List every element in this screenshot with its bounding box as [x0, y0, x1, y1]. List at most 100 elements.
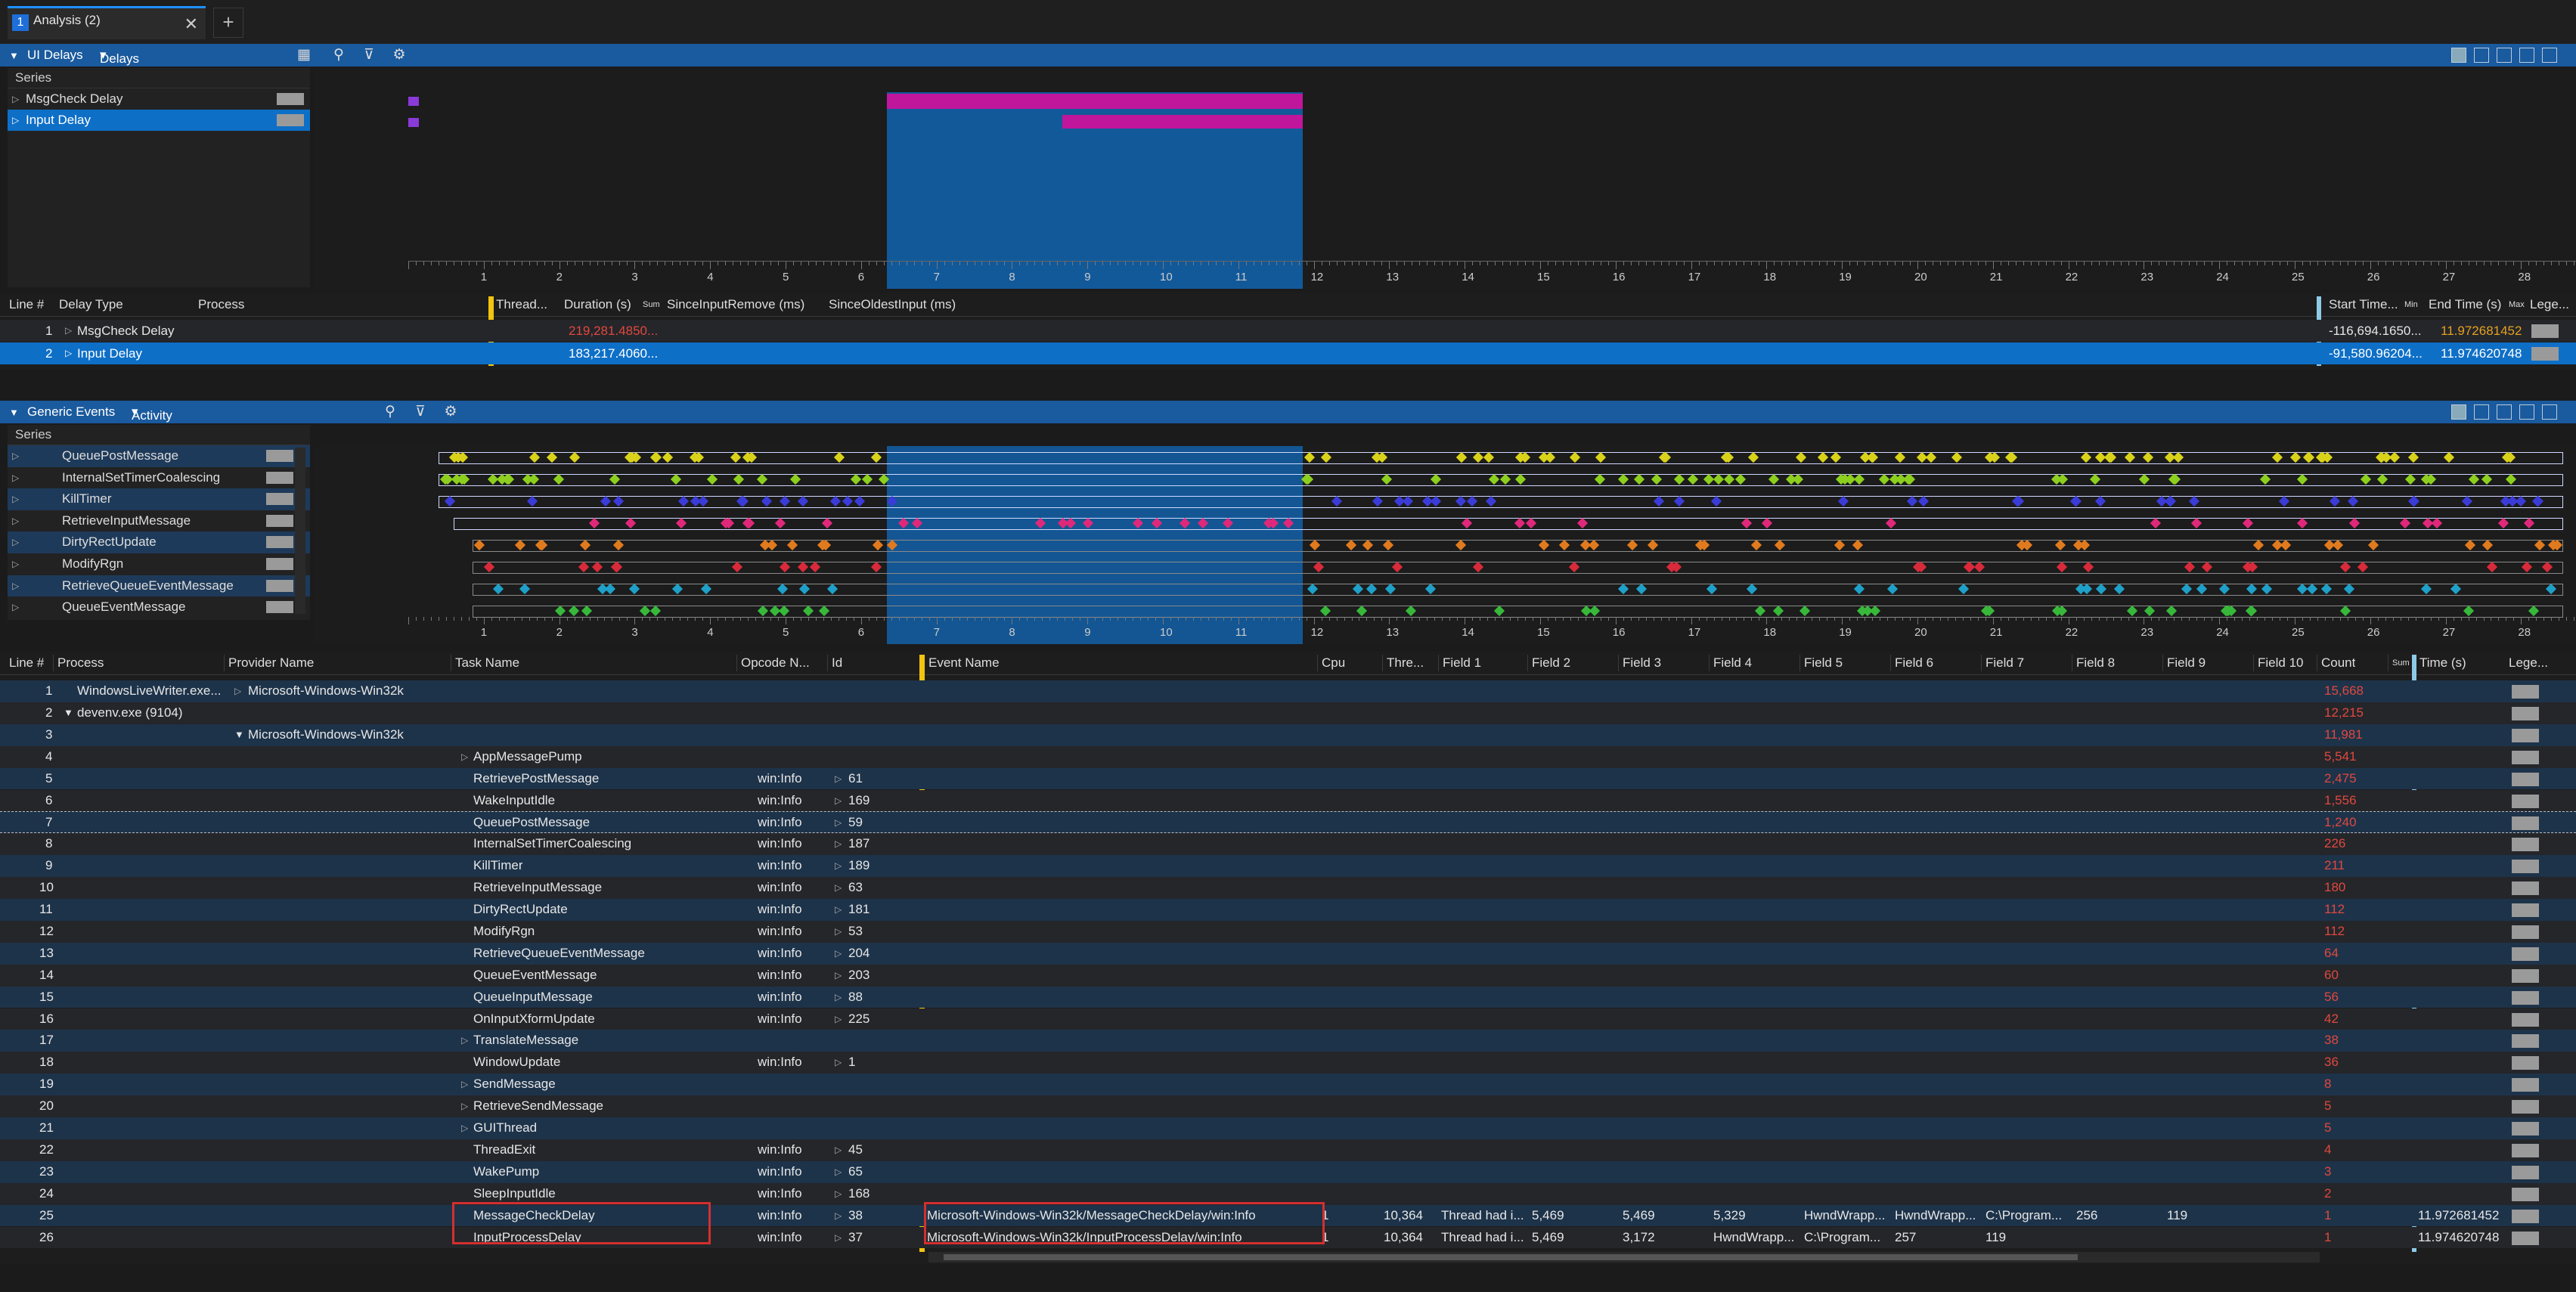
msgcheck-delay-bar[interactable] — [887, 94, 1303, 109]
legend-swatch[interactable] — [2512, 1012, 2539, 1027]
col-since-oldest-input[interactable]: SinceOldestInput (ms) — [829, 293, 956, 316]
graph-table-view-icon[interactable] — [2451, 48, 2466, 63]
table-row[interactable]: 2 ▷ Input Delay 183,217.4060... -91,580.… — [0, 342, 2576, 364]
series-item-queuepostmessage[interactable]: ▷ QueuePostMessage — [8, 445, 310, 467]
column-separator[interactable] — [1618, 655, 1619, 671]
expand-icon[interactable]: ▷ — [234, 680, 241, 702]
input-delay-bar[interactable] — [1062, 115, 1303, 129]
graph-view-icon[interactable] — [2474, 404, 2489, 420]
expand-icon[interactable]: ▷ — [12, 488, 19, 510]
series-item-msgcheck-delay[interactable]: ▷ MsgCheck Delay — [8, 88, 310, 110]
column-separator[interactable] — [1981, 655, 1982, 671]
column-separator[interactable] — [1799, 655, 1800, 671]
col-line[interactable]: Line # — [9, 652, 44, 674]
col-thread[interactable]: Thre... — [1387, 652, 1424, 674]
input-marker[interactable] — [408, 118, 419, 127]
legend-swatch[interactable] — [2512, 794, 2539, 808]
col-cpu[interactable]: Cpu — [1322, 652, 1345, 674]
column-separator[interactable] — [1527, 655, 1528, 671]
legend-swatch[interactable] — [2512, 947, 2539, 961]
series-item-retrieveinputmessage[interactable]: ▷ RetrieveInputMessage — [8, 510, 310, 532]
expand-icon[interactable]: ▷ — [835, 965, 842, 987]
column-separator[interactable] — [224, 655, 225, 671]
legend-swatch[interactable] — [266, 514, 293, 527]
collapse-icon[interactable]: ▼ — [9, 407, 19, 418]
column-separator[interactable] — [1382, 655, 1383, 671]
col-legend[interactable]: Lege... — [2530, 293, 2569, 316]
maximize-icon[interactable] — [2542, 48, 2557, 63]
table-row[interactable]: 12 ModifyRgn win:Info ▷ 53 112 — [0, 920, 2576, 943]
collapse-icon[interactable]: ▼ — [9, 50, 19, 61]
legend-swatch[interactable] — [2531, 347, 2559, 361]
table-row[interactable]: 10 RetrieveInputMessage win:Info ▷ 63 180 — [0, 877, 2576, 899]
expand-icon[interactable]: ▷ — [461, 746, 468, 768]
legend-swatch[interactable] — [266, 450, 293, 462]
column-separator[interactable] — [736, 655, 737, 671]
col-field10[interactable]: Field 10 — [2258, 652, 2303, 674]
column-separator[interactable] — [53, 655, 54, 671]
generic-events-preset-dropdown[interactable]: Activity by Provider, Task, Opcode * ▾ — [132, 404, 182, 498]
legend-swatch[interactable] — [2512, 706, 2539, 720]
col-provider[interactable]: Provider Name — [228, 652, 314, 674]
col-delay-type[interactable]: Delay Type — [59, 293, 123, 316]
legend-swatch[interactable] — [266, 579, 293, 592]
table-row[interactable]: 3 ▼ Microsoft-Windows-Win32k 11,981 — [0, 723, 2576, 746]
legend-swatch[interactable] — [2512, 860, 2539, 874]
filter-icon[interactable]: ⊽ — [360, 46, 378, 64]
expand-icon[interactable]: ▷ — [835, 790, 842, 812]
table-row[interactable]: 15 QueueInputMessage win:Info ▷ 88 56 — [0, 986, 2576, 1009]
legend-swatch[interactable] — [2512, 968, 2539, 983]
expand-icon[interactable]: ▷ — [12, 531, 19, 553]
expand-icon[interactable]: ▷ — [12, 575, 19, 597]
table-row[interactable]: 13 RetrieveQueueEventMessage win:Info ▷ 204 6… — [0, 942, 2576, 965]
legend-swatch[interactable] — [2512, 772, 2539, 786]
table-row[interactable]: 20 ▷ RetrieveSendMessage 5 — [0, 1095, 2576, 1117]
col-field4[interactable]: Field 4 — [1713, 652, 1752, 674]
col-field5[interactable]: Field 5 — [1804, 652, 1843, 674]
legend-swatch[interactable] — [266, 471, 293, 484]
table-icon[interactable]: ▦ — [295, 46, 313, 64]
column-separator[interactable] — [1317, 655, 1318, 671]
col-field7[interactable]: Field 7 — [1985, 652, 2024, 674]
expand-icon[interactable]: ▷ — [835, 812, 842, 834]
expand-icon[interactable]: ▷ — [12, 110, 19, 131]
col-since-input-remove[interactable]: SinceInputRemove (ms) — [667, 293, 804, 316]
series-item-queueeventmessage[interactable]: ▷ QueueEventMessage — [8, 596, 310, 618]
maximize-icon[interactable] — [2542, 404, 2557, 420]
table-row[interactable]: 21 ▷ GUIThread 5 — [0, 1117, 2576, 1139]
expand-icon[interactable]: ▷ — [461, 1117, 468, 1139]
legend-swatch[interactable] — [266, 557, 293, 570]
table-row[interactable]: 14 QueueEventMessage win:Info ▷ 203 60 — [0, 964, 2576, 987]
table-row[interactable]: 2 ▼ devenv.exe (9104) 12,215 — [0, 702, 2576, 724]
filter-icon[interactable]: ⊽ — [411, 403, 429, 421]
tab-analysis[interactable]: 1 Analysis (2) ✕ — [8, 6, 206, 39]
expand-icon[interactable]: ▷ — [835, 877, 842, 899]
column-separator[interactable] — [2253, 655, 2254, 671]
col-field2[interactable]: Field 2 — [1532, 652, 1570, 674]
legend-swatch[interactable] — [266, 493, 293, 506]
close-tab-icon[interactable]: ✕ — [184, 14, 198, 34]
expand-icon[interactable]: ▷ — [461, 1074, 468, 1095]
scrollbar-thumb[interactable] — [944, 1254, 2078, 1260]
expand-icon[interactable]: ▷ — [835, 943, 842, 965]
col-field9[interactable]: Field 9 — [2167, 652, 2206, 674]
expand-icon[interactable]: ▷ — [835, 1009, 842, 1030]
col-opcode[interactable]: Opcode N... — [741, 652, 810, 674]
expand-icon[interactable]: ▷ — [835, 855, 842, 877]
legend-swatch[interactable] — [2512, 816, 2539, 831]
table-row[interactable]: 5 RetrievePostMessage win:Info ▷ 61 2,475 — [0, 767, 2576, 790]
legend-swatch[interactable] — [2512, 1122, 2539, 1136]
restore-icon[interactable] — [2519, 48, 2534, 63]
graph-table-view-icon[interactable] — [2451, 404, 2466, 420]
col-line[interactable]: Line # — [9, 293, 44, 316]
legend-swatch[interactable] — [2512, 1078, 2539, 1092]
event-lane[interactable] — [439, 452, 2563, 464]
expand-icon[interactable]: ▷ — [835, 987, 842, 1009]
legend-swatch[interactable] — [2512, 1165, 2539, 1179]
table-row[interactable]: 7 QueuePostMessage win:Info ▷ 59 1,240 — [0, 811, 2576, 834]
table-row[interactable]: 18 WindowUpdate win:Info ▷ 1 36 — [0, 1052, 2576, 1074]
legend-swatch[interactable] — [2531, 324, 2559, 338]
expand-icon[interactable]: ▷ — [12, 467, 19, 489]
table-view-icon[interactable] — [2497, 404, 2512, 420]
table-view-icon[interactable] — [2497, 48, 2512, 63]
